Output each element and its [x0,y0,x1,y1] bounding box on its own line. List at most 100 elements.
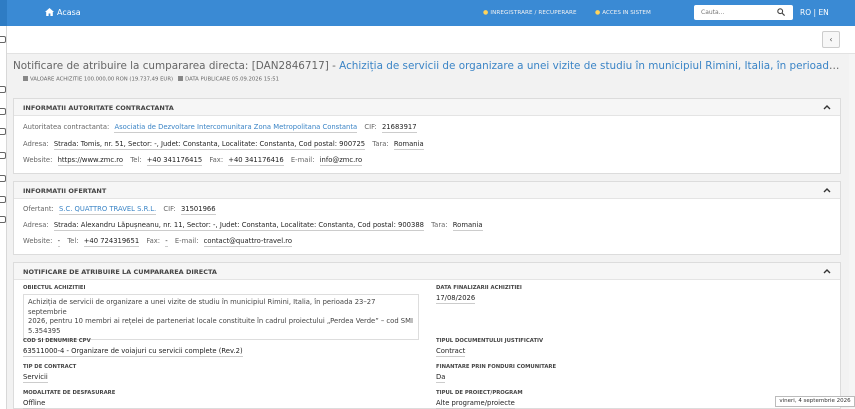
login-link[interactable]: ● ACCES IN SISTEM [595,9,651,16]
login-label: ACCES IN SISTEM [602,10,651,16]
lock-icon: ● [483,9,489,16]
authority-website[interactable]: https://www.zmc.ro [57,156,124,166]
authority-panel-header[interactable]: INFORMATII AUTORITATE CONTRACTANTA [14,99,840,116]
project-type-label: TIPUL DE PROIECT/PROGRAM [436,390,523,396]
rail-icon-4[interactable] [0,128,6,135]
authority-address: Strada: Tomis, nr. 51, Sector: -, Judet:… [53,140,366,150]
object-field: OBIECTUL ACHIZITIEI Achiziția de servici… [23,285,419,341]
rail-icon-8[interactable] [0,216,6,223]
rail-icon-2[interactable] [0,86,6,93]
eu-funds-field: FINANTARE PRIN FONDURI COMUNITARE Da [436,364,556,383]
address-label: Adresa: [23,140,49,148]
left-rail [0,0,7,409]
end-date-label: DATA FINALIZARII ACHIZITIEI [436,285,522,291]
notice-meta: VALOARE ACHIZITIE 100.000,00 RON (19.737… [23,76,279,83]
eu-funds-label: FINANTARE PRIN FONDURI COMUNITARE [436,364,557,370]
scrollbar[interactable] [849,54,855,409]
tel-label: Tel: [130,156,142,164]
sub-toolbar: ‹ [7,26,855,54]
country-label: Tara: [372,140,389,148]
authority-panel: INFORMATII AUTORITATE CONTRACTANTA Autor… [13,98,841,174]
doc-type-label: TIPUL DOCUMENTULUI JUSTIFICATIV [436,338,544,344]
fax-label: Fax: [209,156,224,164]
lang-ro[interactable]: RO [800,8,811,17]
rail-icon-1[interactable] [0,36,6,43]
end-date-field: DATA FINALIZARII ACHIZITIEI 17/08/2026 [436,285,522,304]
supplier-label: Ofertant: [23,205,54,213]
top-navbar: Acasa ● INREGISTRARE / RECUPERARE ● ACCES … [7,0,855,26]
lang-en[interactable]: EN [818,8,828,17]
supplier-tel: +40 724319651 [83,237,140,247]
modality-value: Offline [23,399,46,409]
chevron-up-icon[interactable] [823,268,831,274]
email-label: E-mail: [290,156,315,164]
supplier-panel-title: INFORMATII OFERTANT [23,187,107,195]
cif-label: CIF: [364,123,377,131]
supplier-country: Romania [452,221,483,231]
value-label: VALOARE ACHIZITIE 100.000,00 RON (19.737… [30,76,174,83]
object-line-1: Achiziția de servicii de organizare a un… [28,298,376,316]
notice-title-area: Notificare de atribuire la cumpararea di… [7,54,855,90]
notice-panel-header[interactable]: NOTIFICARE DE ATRIBUIRE LA CUMPARAREA DI… [14,263,840,280]
rail-icon-5[interactable] [0,152,6,159]
authority-cif: 21683917 [381,123,417,133]
supplier-cif: 31501966 [180,205,216,215]
status-date: vineri, 4 septembrie 2026 [775,396,855,407]
cpv-label: COD SI DENUMIRE CPV [23,338,91,344]
address-label: Adresa: [23,221,49,229]
supplier-panel-header[interactable]: INFORMATII OFERTANT [14,182,840,199]
fax-label: Fax: [146,237,161,245]
home-icon [45,8,54,16]
home-link[interactable]: Acasa [45,8,81,17]
search-box [694,5,793,20]
home-label: Acasa [57,8,81,17]
title-highlight: Achiziția de servicii de organizare a un… [339,60,843,72]
supplier-link[interactable]: S.C. QUATTRO TRAVEL S.R.L. [58,205,157,215]
chevron-up-icon[interactable] [823,187,831,193]
cif-label: CIF: [163,205,176,213]
calendar-icon [178,76,184,81]
supplier-email[interactable]: contact@quattro-travel.ro [203,237,293,247]
rail-icon-7[interactable] [0,196,6,203]
email-label: E-mail: [174,237,199,245]
notice-panel-title: NOTIFICARE DE ATRIBUIRE LA CUMPARAREA DI… [23,268,217,276]
object-label: OBIECTUL ACHIZITIEI [23,285,86,291]
chevron-up-icon[interactable] [823,104,831,110]
search-input[interactable] [694,5,770,20]
authority-address-row: Adresa: Strada: Tomis, nr. 51, Sector: -… [23,140,429,150]
supplier-panel: INFORMATII OFERTANT Ofertant: S.C. QUATT… [13,181,841,255]
notice-panel: NOTIFICARE DE ATRIBUIRE LA CUMPARAREA DI… [13,262,841,409]
contract-type-label: TIP DE CONTRACT [23,364,77,370]
back-button[interactable]: ‹ [822,31,840,48]
authority-panel-title: INFORMATII AUTORITATE CONTRACTANTA [23,104,174,112]
modality-label: MODALITATE DE DESFASURARE [23,390,116,396]
authority-link[interactable]: Asociatia de Dezvoltare Intercomunitara … [114,123,358,133]
authority-fax: +40 341176416 [228,156,284,166]
modality-field: MODALITATE DE DESFASURARE Offline [23,390,115,409]
rail-icon-3[interactable] [0,108,6,115]
register-link[interactable]: ● INREGISTRARE / RECUPERARE [483,9,577,16]
page-title: Notificare de atribuire la cumpararea di… [13,60,843,72]
bank-icon [23,76,28,81]
object-line-2: 2026, pentru 10 membri ai rețelei de par… [28,317,413,326]
rail-icon-6[interactable] [0,175,6,182]
lang-separator: | [813,8,817,17]
doc-type-value: Contract [436,347,466,357]
date-label: DATA PUBLICARE 05.09.2026 15:51 [185,76,279,83]
authority-label: Autoritatea contractanta: [23,123,110,131]
authority-email[interactable]: info@zmc.ro [319,156,363,166]
website-label: Website: [23,156,53,164]
authority-contact-row: Website: https://www.zmc.ro Tel: +40 341… [23,156,367,166]
supplier-address: Strada: Alexandru Lăpușneanu, nr. 11, Se… [53,221,424,231]
object-line-3: 5.354395 [28,326,61,335]
supplier-contact-row: Website: - Tel: +40 724319651 Fax: - E-m… [23,237,297,247]
authority-country: Romania [393,140,424,150]
cpv-field: COD SI DENUMIRE CPV 63511000-4 - Organiz… [23,338,243,357]
cpv-value: 63511000-4 - Organizare de voiajuri cu s… [23,347,243,357]
language-switch: RO | EN [800,8,829,17]
supplier-row: Ofertant: S.C. QUATTRO TRAVEL S.R.L. CIF… [23,205,221,215]
search-icon[interactable] [777,8,785,16]
website-label: Website: [23,237,53,245]
supplier-website: - [57,237,61,247]
tel-label: Tel: [67,237,79,245]
